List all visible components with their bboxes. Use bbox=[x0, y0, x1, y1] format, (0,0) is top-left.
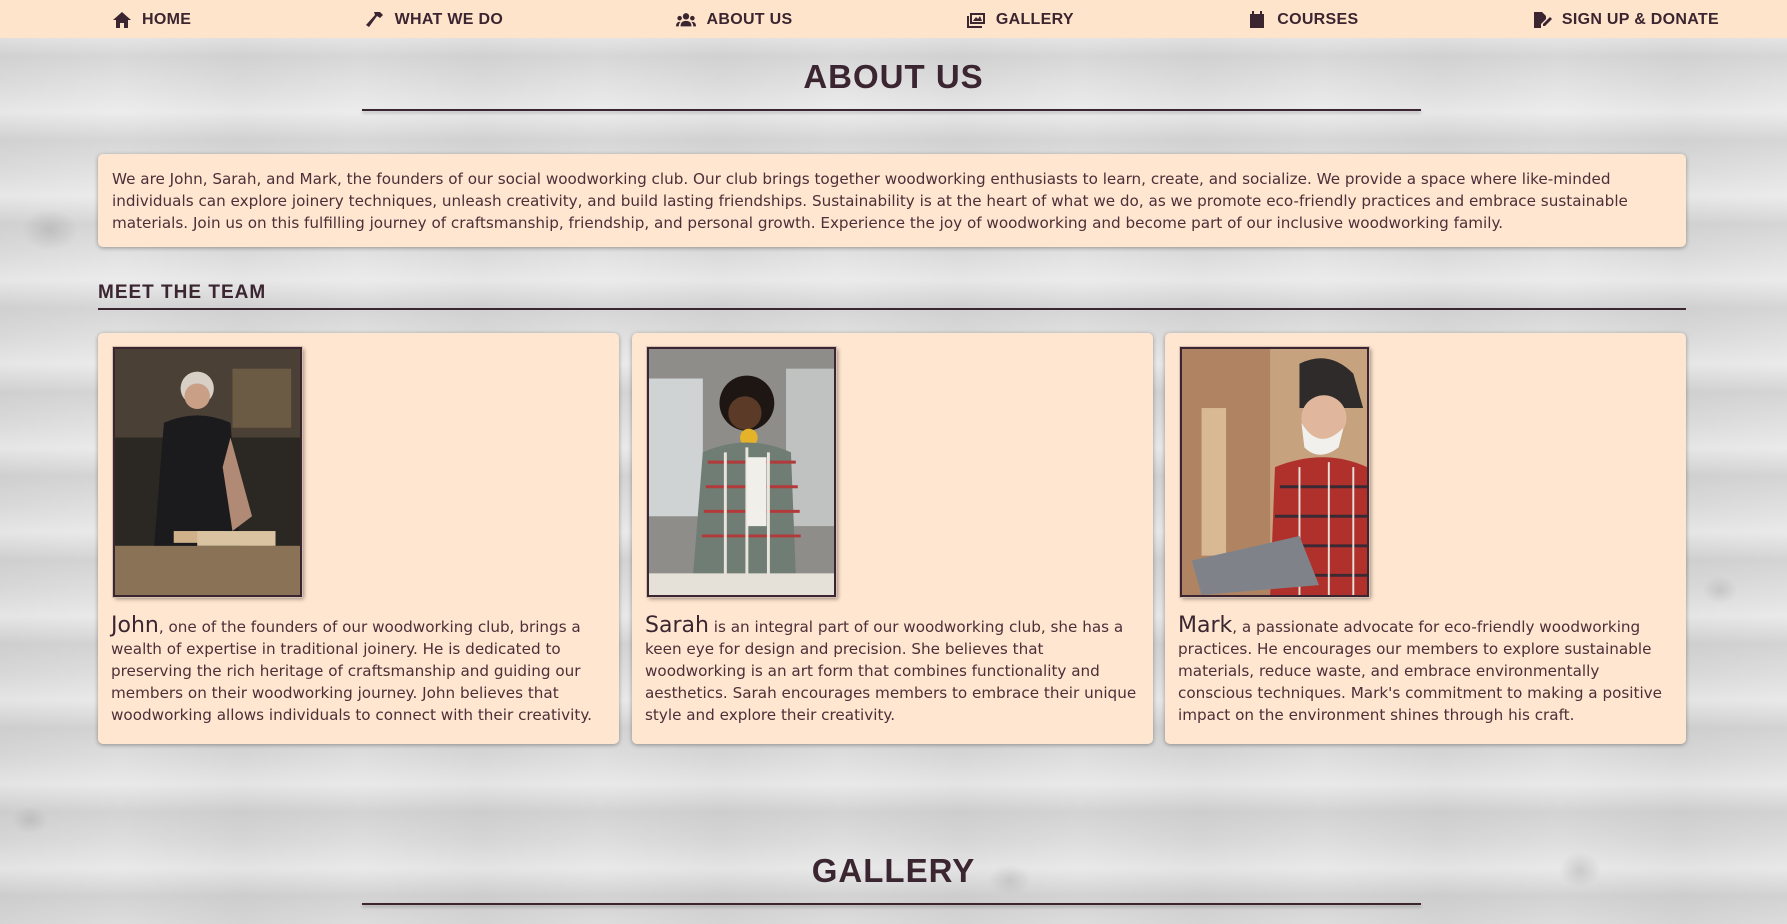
hammer-icon bbox=[365, 12, 383, 27]
nav-gallery-label: GALLERY bbox=[995, 11, 1074, 28]
signature-icon bbox=[1533, 12, 1552, 28]
nav-what-we-do-label: WHAT WE DO bbox=[394, 11, 504, 28]
sarah-bio-text: is an integral part of our woodworking c… bbox=[645, 618, 1137, 724]
john-bio-text: , one of the founders of our woodworking… bbox=[111, 618, 592, 724]
nav-courses-label: COURSES bbox=[1277, 11, 1359, 28]
images-icon bbox=[966, 13, 985, 28]
meet-the-team-rule bbox=[98, 308, 1686, 310]
nav-courses[interactable]: COURSES bbox=[1247, 9, 1358, 29]
team-card-sarah: Sarah is an integral part of our woodwor… bbox=[632, 333, 1153, 744]
nav-home[interactable]: HOME bbox=[112, 9, 191, 29]
mark-bio-text: , a passionate advocate for eco-friendly… bbox=[1178, 618, 1663, 724]
sarah-bio: Sarah is an integral part of our woodwor… bbox=[645, 615, 1145, 726]
team-card-mark: Mark, a passionate advocate for eco-frie… bbox=[1165, 333, 1686, 744]
nav-home-label: HOME bbox=[142, 11, 192, 28]
about-us-title: ABOUT US bbox=[803, 58, 984, 95]
meet-the-team-heading: MEET THE TEAM bbox=[98, 282, 267, 303]
nav-what-we-do[interactable]: WHAT WE DO bbox=[365, 9, 503, 29]
sarah-photo bbox=[647, 347, 836, 597]
gallery-title: GALLERY bbox=[811, 852, 976, 889]
intro-text: We are John, Sarah, and Mark, the founde… bbox=[112, 170, 1628, 232]
john-photo bbox=[113, 347, 302, 597]
mark-photo bbox=[1180, 347, 1369, 597]
nav-sign-up-donate-label: SIGN UP & DONATE bbox=[1561, 11, 1719, 28]
nav-gallery[interactable]: GALLERY bbox=[966, 9, 1074, 29]
john-bio: John, one of the founders of our woodwor… bbox=[111, 615, 611, 726]
home-icon bbox=[113, 12, 131, 28]
nav-about-us-label: ABOUT US bbox=[706, 11, 793, 28]
gallery-title-rule bbox=[362, 903, 1421, 905]
nav-sign-up-donate[interactable]: SIGN UP & DONATE bbox=[1532, 9, 1719, 29]
team-card-john: John, one of the founders of our woodwor… bbox=[98, 333, 619, 744]
nav-about-us[interactable]: ABOUT US bbox=[676, 9, 792, 29]
mark-bio: Mark, a passionate advocate for eco-frie… bbox=[1178, 615, 1678, 726]
calendar-icon bbox=[1250, 11, 1265, 28]
mark-name: Mark bbox=[1178, 613, 1233, 638]
users-icon bbox=[676, 13, 697, 27]
about-us-title-rule bbox=[362, 109, 1421, 111]
sarah-name: Sarah bbox=[645, 613, 709, 638]
top-navbar: HOME WHAT WE DO ABOUT US GALLERY COURSES… bbox=[0, 0, 1787, 38]
intro-card: We are John, Sarah, and Mark, the founde… bbox=[98, 154, 1686, 247]
john-name: John bbox=[111, 613, 159, 638]
